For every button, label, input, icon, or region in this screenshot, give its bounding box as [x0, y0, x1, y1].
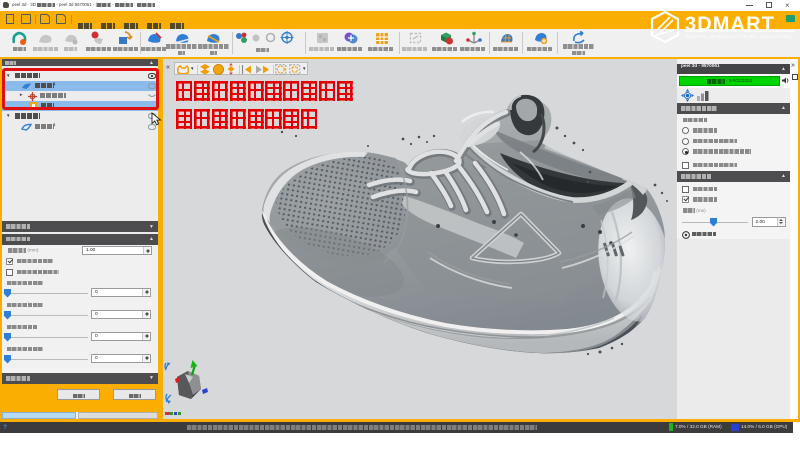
svg-text:DIGITAL MANUFACTURING SOLUTION: DIGITAL MANUFACTURING SOLUTIONS	[686, 34, 792, 39]
svg-text:3DMART: 3DMART	[685, 14, 775, 36]
